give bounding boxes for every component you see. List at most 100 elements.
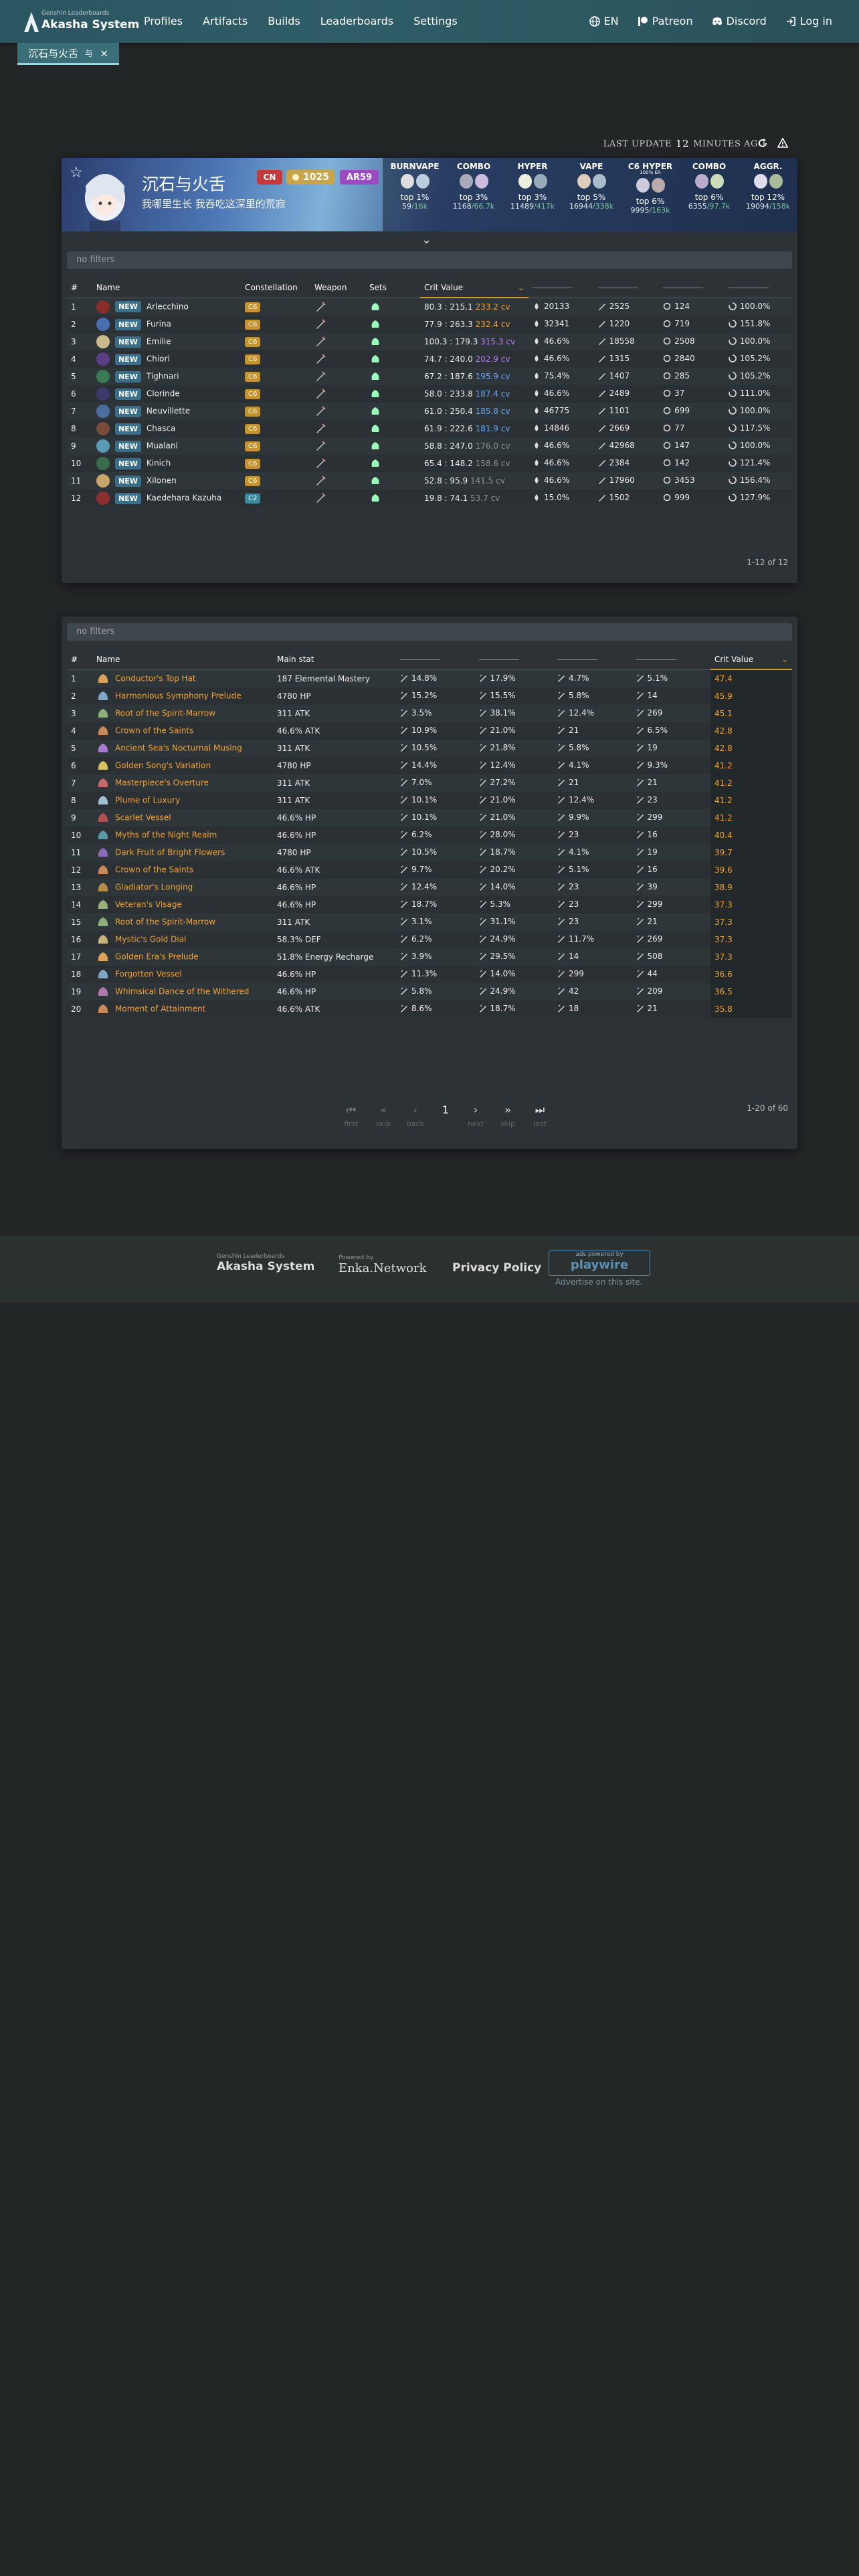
leaderboard-card[interactable]: C6 HYPER 100% ER top 6% 9995/163k xyxy=(621,162,680,229)
table-row[interactable]: 17 Golden Era's Prelude 51.8% Energy Recha… xyxy=(67,948,792,966)
artifact-name-cell[interactable]: Golden Era's Prelude xyxy=(92,948,273,966)
artifact-name-cell[interactable]: Root of the Spirit-Marrow xyxy=(92,914,273,931)
table-row[interactable]: 6 Golden Song's Variation 4780 HP 14.4% 12.4… xyxy=(67,757,792,774)
artifact-name-cell[interactable]: Scarlet Vessel xyxy=(92,809,273,827)
artifact-name-cell[interactable]: Whimsical Dance of the Withered xyxy=(92,983,273,1000)
brand-logo[interactable]: Genshin Leaderboards Akasha System xyxy=(23,9,139,36)
table-row[interactable]: 2 NEW Furina C6 77.9 : 263.3 232.4 cv 32341 12… xyxy=(67,316,792,333)
character-name-cell[interactable]: NEW Clorinde xyxy=(92,385,241,403)
last-page-button[interactable]: ⏭ last xyxy=(531,1103,549,1128)
col-constellation[interactable]: Constellation xyxy=(241,278,310,298)
table-row[interactable]: 11 Dark Fruit of Bright Flowers 4780 HP 10.… xyxy=(67,844,792,861)
leaderboard-card[interactable]: HYPER top 3% 11489/417k xyxy=(503,162,562,229)
table-row[interactable]: 3 NEW Emilie C6 100.3 : 179.3 315.3 cv 46.6% 1… xyxy=(67,333,792,350)
col-stat-3[interactable] xyxy=(659,278,725,298)
col-stat-1[interactable] xyxy=(529,278,594,298)
table-row[interactable]: 6 NEW Clorinde C6 58.0 : 233.8 187.4 cv 46.6%… xyxy=(67,385,792,403)
artifact-name-cell[interactable]: Crown of the Saints xyxy=(92,861,273,879)
first-page-button[interactable]: ⏮ first xyxy=(343,1103,360,1128)
table-row[interactable]: 4 Crown of the Saints 46.6% ATK 10.9% 21.0% 2… xyxy=(67,722,792,740)
login-button[interactable]: Log in xyxy=(785,15,832,27)
table-row[interactable]: 5 Ancient Sea's Nocturnal Musing 311 ATK 10… xyxy=(67,740,792,757)
table-row[interactable]: 8 Plume of Luxury 311 ATK 10.1% 21.0% 12.4% 23… xyxy=(67,792,792,809)
playwire-ad-link[interactable]: ads powered by playwire xyxy=(549,1251,650,1276)
col-name[interactable]: Name xyxy=(92,650,273,670)
nav-builds[interactable]: Builds xyxy=(268,15,300,27)
artifact-name-cell[interactable]: Masterpiece's Overture xyxy=(92,774,273,792)
table-row[interactable]: 11 NEW Xilonen C6 52.8 : 95.9 141.5 cv 46.6% 1… xyxy=(67,472,792,490)
table-row[interactable]: 10 NEW Kinich C6 65.4 : 148.2 158.6 cv 46.6% 2… xyxy=(67,455,792,472)
character-name-cell[interactable]: NEW Neuvillette xyxy=(92,403,241,420)
artifact-name-cell[interactable]: Ancient Sea's Nocturnal Musing xyxy=(92,740,273,757)
warning-icon[interactable] xyxy=(777,138,788,148)
col-sub-1[interactable] xyxy=(396,650,475,670)
favorite-star-icon[interactable]: ☆ xyxy=(70,165,83,181)
language-button[interactable]: EN xyxy=(589,15,619,27)
table-row[interactable]: 7 Masterpiece's Overture 311 ATK 7.0% 27.2% 2… xyxy=(67,774,792,792)
artifact-name-cell[interactable]: Root of the Spirit-Marrow xyxy=(92,705,273,722)
artifact-name-cell[interactable]: Golden Song's Variation xyxy=(92,757,273,774)
artifact-name-cell[interactable]: Plume of Luxury xyxy=(92,792,273,809)
leaderboard-card[interactable]: AGGR. top 12% 19094/158k xyxy=(739,162,797,229)
artifact-name-cell[interactable]: Dark Fruit of Bright Flowers xyxy=(92,844,273,861)
character-name-cell[interactable]: NEW Mualani xyxy=(92,437,241,455)
nav-artifacts[interactable]: Artifacts xyxy=(203,15,248,27)
profile-avatar[interactable] xyxy=(76,159,134,231)
leaderboard-card[interactable]: COMBO top 3% 1168/66.7k xyxy=(444,162,503,229)
col-sets[interactable]: Sets xyxy=(365,278,420,298)
table-row[interactable]: 9 NEW Mualani C6 58.8 : 247.0 176.0 cv 46.6% 4… xyxy=(67,437,792,455)
artifact-name-cell[interactable]: Conductor's Top Hat xyxy=(92,669,273,687)
nav-leaderboards[interactable]: Leaderboards xyxy=(320,15,393,27)
skip-back-button[interactable]: «skip xyxy=(375,1103,392,1128)
character-name-cell[interactable]: NEW Furina xyxy=(92,316,241,333)
table-row[interactable]: 19 Whimsical Dance of the Withered 46.6% H… xyxy=(67,983,792,1000)
character-name-cell[interactable]: NEW Kinich xyxy=(92,455,241,472)
artifact-name-cell[interactable]: Forgotten Vessel xyxy=(92,966,273,983)
character-name-cell[interactable]: NEW Chiori xyxy=(92,350,241,368)
col-crit-value[interactable]: Crit Value ⌄ xyxy=(710,650,792,670)
character-name-cell[interactable]: NEW Chasca xyxy=(92,420,241,437)
artifact-name-cell[interactable]: Moment of Attainment xyxy=(92,1000,273,1018)
discord-link[interactable]: Discord xyxy=(712,15,767,27)
table-row[interactable]: 7 NEW Neuvillette C6 61.0 : 250.4 185.8 cv 46… xyxy=(67,403,792,420)
character-name-cell[interactable]: NEW Xilonen xyxy=(92,472,241,490)
advertise-link[interactable]: Advertise on this site. xyxy=(555,1277,642,1287)
col-sub-3[interactable] xyxy=(553,650,632,670)
col-weapon[interactable]: Weapon xyxy=(310,278,365,298)
table-row[interactable]: 12 NEW Kaedehara Kazuha C2 19.8 : 74.1 53.7 … xyxy=(67,490,792,507)
table-row[interactable]: 13 Gladiator's Longing 46.6% HP 12.4% 14.0% 2… xyxy=(67,879,792,896)
leaderboard-card[interactable]: COMBO top 6% 6355/97.7k xyxy=(680,162,739,229)
privacy-policy-link[interactable]: Privacy Policy xyxy=(452,1261,541,1275)
table-row[interactable]: 10 Myths of the Night Realm 46.6% HP 6.2% 28… xyxy=(67,827,792,844)
refresh-icon[interactable] xyxy=(757,138,768,148)
table-row[interactable]: 5 NEW Tighnari C6 67.2 : 187.6 195.9 cv 75.4%… xyxy=(67,368,792,385)
artifact-name-cell[interactable]: Myths of the Night Realm xyxy=(92,827,273,844)
leaderboard-card[interactable]: BURNVAPE top 1% 59/16k xyxy=(385,162,444,229)
close-icon[interactable]: × xyxy=(100,47,108,60)
table-row[interactable]: 12 Crown of the Saints 46.6% ATK 9.7% 20.2% 5… xyxy=(67,861,792,879)
skip-forward-button[interactable]: » skip xyxy=(499,1103,516,1128)
col-name[interactable]: Name xyxy=(92,278,241,298)
patreon-link[interactable]: Patreon xyxy=(638,15,693,27)
col-main-stat[interactable]: Main stat xyxy=(273,650,396,670)
col-stat-4[interactable] xyxy=(724,278,792,298)
table-row[interactable]: 8 NEW Chasca C6 61.9 : 222.6 181.9 cv 14846 26… xyxy=(67,420,792,437)
nav-settings[interactable]: Settings xyxy=(413,15,458,27)
artifact-filter-input[interactable]: no filters xyxy=(67,623,792,641)
table-row[interactable]: 15 Root of the Spirit-Marrow 311 ATK 3.1% 31… xyxy=(67,914,792,931)
table-row[interactable]: 18 Forgotten Vessel 46.6% HP 11.3% 14.0% 299 4… xyxy=(67,966,792,983)
nav-profiles[interactable]: Profiles xyxy=(144,15,183,27)
table-row[interactable]: 2 Harmonious Symphony Prelude 4780 HP 15.2%… xyxy=(67,687,792,705)
table-row[interactable]: 14 Veteran's Visage 46.6% HP 18.7% 5.3% 23 299… xyxy=(67,896,792,914)
table-row[interactable]: 3 Root of the Spirit-Marrow 311 ATK 3.5% 38.… xyxy=(67,705,792,722)
next-page-button[interactable]: › next xyxy=(467,1103,484,1128)
character-name-cell[interactable]: NEW Emilie xyxy=(92,333,241,350)
footer-akasha-link[interactable]: Genshin Leaderboards Akasha System xyxy=(217,1253,314,1273)
artifact-name-cell[interactable]: Crown of the Saints xyxy=(92,722,273,740)
table-row[interactable]: 1 NEW Arlecchino C6 80.3 : 215.1 233.2 cv 201… xyxy=(67,298,792,316)
table-row[interactable]: 4 NEW Chiori C6 74.7 : 240.0 202.9 cv 46.6% 13… xyxy=(67,350,792,368)
tab-profile[interactable]: 沉石与火舌 与 × xyxy=(17,43,120,65)
character-name-cell[interactable]: NEW Tighnari xyxy=(92,368,241,385)
character-filter-input[interactable]: no filters xyxy=(67,251,792,269)
character-name-cell[interactable]: NEW Arlecchino xyxy=(92,298,241,316)
